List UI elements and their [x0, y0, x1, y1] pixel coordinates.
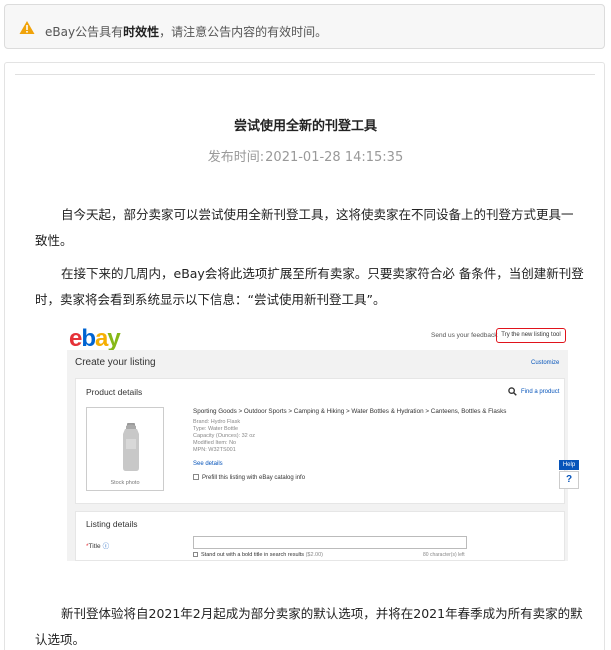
customize-link[interactable]: Customize — [531, 360, 559, 366]
see-details-link[interactable]: See details — [193, 461, 223, 467]
meta-mpn: MPN: W32TS001 — [193, 447, 236, 453]
prefill-label: Prefill this listing with eBay catalog i… — [202, 475, 306, 481]
stock-photo[interactable]: Stock photo — [86, 407, 164, 491]
logo-y: y — [107, 325, 120, 352]
notice-prefix: eBay公告具有 — [45, 25, 124, 39]
divider — [15, 74, 595, 75]
meta-type: Type: Water Bottle — [193, 426, 239, 432]
checkbox[interactable] — [193, 552, 198, 557]
chars-left: 80 character(s) left — [423, 552, 465, 558]
water-bottle-image — [123, 423, 139, 471]
logo-b: b — [81, 325, 96, 352]
product-meta: Brand: Hydro Flask Type: Water Bottle Ca… — [193, 419, 255, 454]
create-listing-title: Create your listing — [75, 357, 156, 368]
try-new-tool-button[interactable]: Try the new listing tool — [496, 328, 566, 343]
ebay-logo: ebay — [69, 325, 121, 353]
title-input[interactable] — [193, 536, 467, 549]
listing-tool-screenshot: ebay Send us your feedback Try the new l… — [61, 321, 582, 561]
help-question-button[interactable]: ? — [559, 471, 579, 489]
category-path: Sporting Goods > Outdoor Sports > Campin… — [193, 408, 507, 415]
product-details-title: Product details — [86, 387, 143, 397]
bold-title-label: Stand out with a bold title in search re… — [201, 552, 305, 558]
prefill-checkbox[interactable]: Prefill this listing with eBay catalog i… — [193, 474, 305, 481]
publish-timestamp: 2021-01-28 14:15:35 — [265, 150, 404, 165]
notice-emphasis: 时效性 — [123, 25, 160, 39]
logo-a: a — [95, 325, 108, 352]
meta-brand: Brand: Hydro Flask — [193, 419, 241, 425]
title-label: *Title ⓘ — [86, 540, 109, 550]
article-title: 尝试使用全新的刊登工具 — [233, 119, 377, 134]
bold-title-price: ($2.00) — [305, 552, 323, 558]
stock-photo-label: Stock photo — [110, 480, 140, 486]
publish-label: 发布时间: — [207, 150, 265, 165]
meta-modified: Modified Item: No — [193, 440, 237, 446]
feedback-link[interactable]: Send us your feedback — [431, 332, 498, 339]
paragraph-3: 新刊登体验将自2021年2月起成为部分卖家的默认选项，并将在2021年春季成为所… — [35, 606, 583, 647]
title-label-text: Title — [88, 543, 101, 550]
notice-text: eBay公告具有时效性，请注意公告内容的有效时间。 — [45, 24, 327, 40]
article-card: 尝试使用全新的刊登工具 发布时间:2021-01-28 14:15:35 自今天… — [4, 62, 605, 650]
listing-details-title: Listing details — [86, 519, 138, 529]
checkbox[interactable] — [193, 474, 199, 480]
warning-icon — [19, 21, 35, 34]
find-product-link[interactable]: Find a product — [508, 387, 559, 396]
logo-e: e — [69, 325, 82, 352]
help-button[interactable]: Help — [559, 460, 579, 470]
publish-time: 发布时间:2021-01-28 14:15:35 — [5, 146, 606, 165]
notice-bar: eBay公告具有时效性，请注意公告内容的有效时间。 — [4, 4, 605, 49]
info-icon[interactable]: ⓘ — [103, 543, 110, 550]
notice-suffix: ，请注意公告内容的有效时间。 — [159, 25, 328, 39]
paragraph-1: 自今天起，部分卖家可以尝试使用全新刊登工具，这将使卖家在不同设备上的刊登方式更具… — [35, 207, 574, 248]
bold-title-checkbox[interactable]: Stand out with a bold title in search re… — [193, 552, 323, 558]
find-product-label: Find a product — [521, 389, 560, 396]
meta-capacity: Capacity (Ounces): 32 oz — [193, 433, 256, 439]
search-icon — [508, 387, 517, 396]
paragraph-2: 在接下来的几周内，eBay会将此选项扩展至所有卖家。只要卖家符合必 备条件，当创… — [35, 266, 584, 307]
